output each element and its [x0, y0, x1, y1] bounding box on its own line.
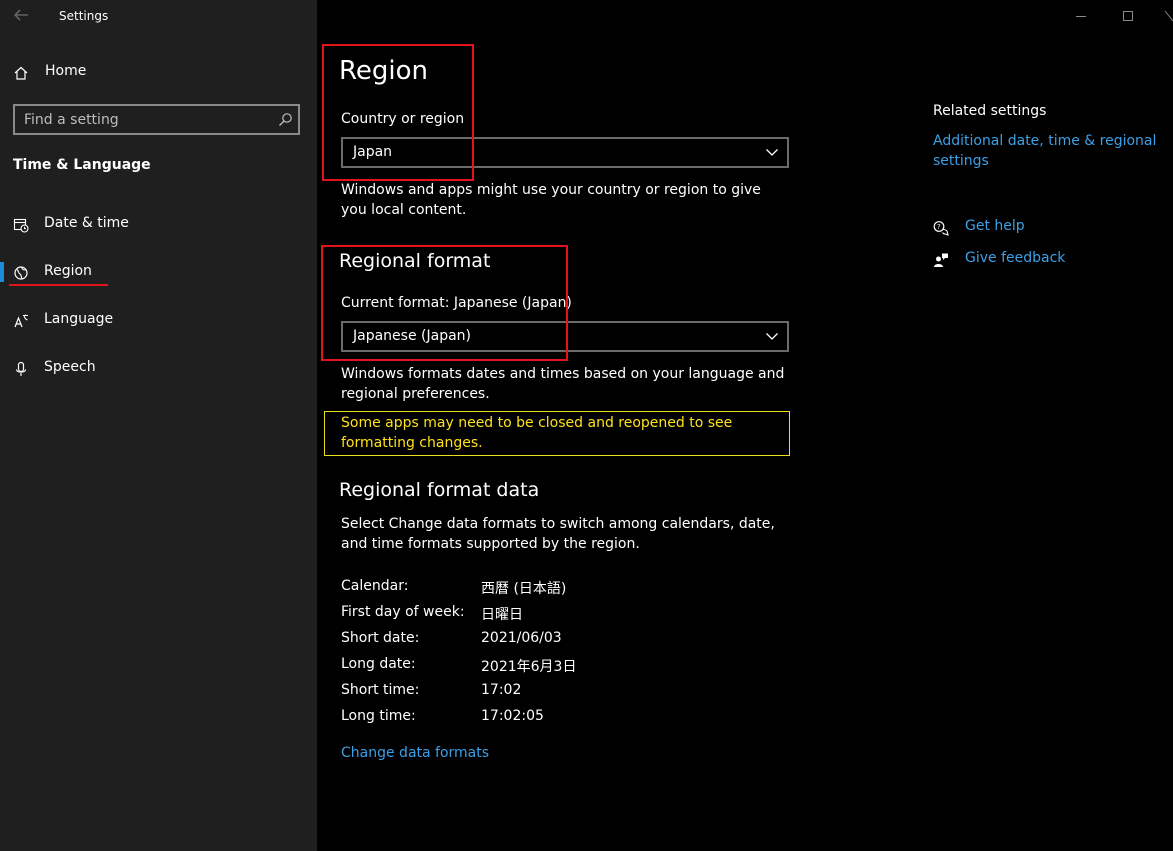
section-title: Time & Language	[13, 157, 151, 173]
sidebar-item-speech[interactable]: Speech	[0, 352, 317, 386]
row-key: First day of week:	[341, 604, 465, 620]
svg-text:?: ?	[937, 223, 941, 231]
feedback-icon	[934, 253, 948, 267]
sidebar-item-label: Speech	[44, 359, 96, 375]
sidebar-item-date-time[interactable]: Date & time	[0, 208, 317, 242]
sidebar-item-language[interactable]: Language	[0, 304, 317, 338]
get-help-label: Get help	[965, 218, 1025, 234]
format-data-description: Select Change data formats to switch amo…	[341, 516, 775, 552]
annotation-underline	[9, 284, 108, 286]
row-value: 17:02:05	[481, 708, 544, 724]
microphone-icon	[15, 361, 27, 376]
search-input[interactable]	[15, 106, 274, 133]
row-value: 2021年6月3日	[481, 659, 577, 675]
additional-settings-link[interactable]: Additional date, time & regional setting…	[933, 131, 1163, 171]
related-settings-heading: Related settings	[933, 103, 1047, 119]
app-title: Settings	[59, 9, 109, 23]
row-key: Short time:	[341, 682, 420, 698]
sidebar-item-home[interactable]: Home	[0, 56, 317, 90]
row-key: Short date:	[341, 630, 420, 646]
chevron-down-icon	[766, 333, 778, 340]
sidebar-item-label: Home	[45, 63, 87, 79]
format-description: Windows formats dates and times based on…	[341, 366, 785, 402]
main-content: Region Country or region Japan Windows a…	[317, 0, 1173, 851]
globe-icon	[14, 266, 28, 280]
search-icon[interactable]	[278, 112, 293, 127]
row-value: 2021/06/03	[481, 630, 562, 646]
sidebar-item-label: Region	[44, 263, 92, 279]
annotation-box-region	[322, 44, 474, 181]
home-icon	[14, 66, 28, 80]
row-key: Long time:	[341, 708, 416, 724]
annotation-box-format	[321, 245, 568, 361]
warning-box: Some apps may need to be closed and reop…	[324, 411, 790, 456]
sidebar: Settings Home Time & Language Date & t	[0, 0, 317, 851]
row-value: 17:02	[481, 682, 522, 698]
chevron-down-icon	[766, 149, 778, 156]
format-data-heading: Regional format data	[339, 479, 540, 501]
help-chat-icon: ?	[933, 221, 949, 236]
settings-window: Settings Home Time & Language Date & t	[0, 0, 1173, 851]
row-key: Long date:	[341, 656, 416, 672]
row-value: 日曜日	[481, 607, 523, 623]
calendar-clock-icon	[13, 218, 29, 233]
row-value: 西暦 (日本語)	[481, 581, 567, 597]
row-key: Calendar:	[341, 578, 409, 594]
sidebar-item-label: Date & time	[44, 215, 129, 231]
country-description: Windows and apps might use your country …	[341, 182, 761, 218]
change-data-formats-link[interactable]: Change data formats	[341, 745, 489, 761]
sidebar-item-label: Language	[44, 311, 114, 327]
search-box	[13, 104, 300, 135]
language-icon	[14, 314, 28, 328]
give-feedback-label: Give feedback	[965, 250, 1066, 266]
back-arrow-icon[interactable]	[12, 6, 30, 24]
warning-text: Some apps may need to be closed and reop…	[341, 415, 733, 451]
